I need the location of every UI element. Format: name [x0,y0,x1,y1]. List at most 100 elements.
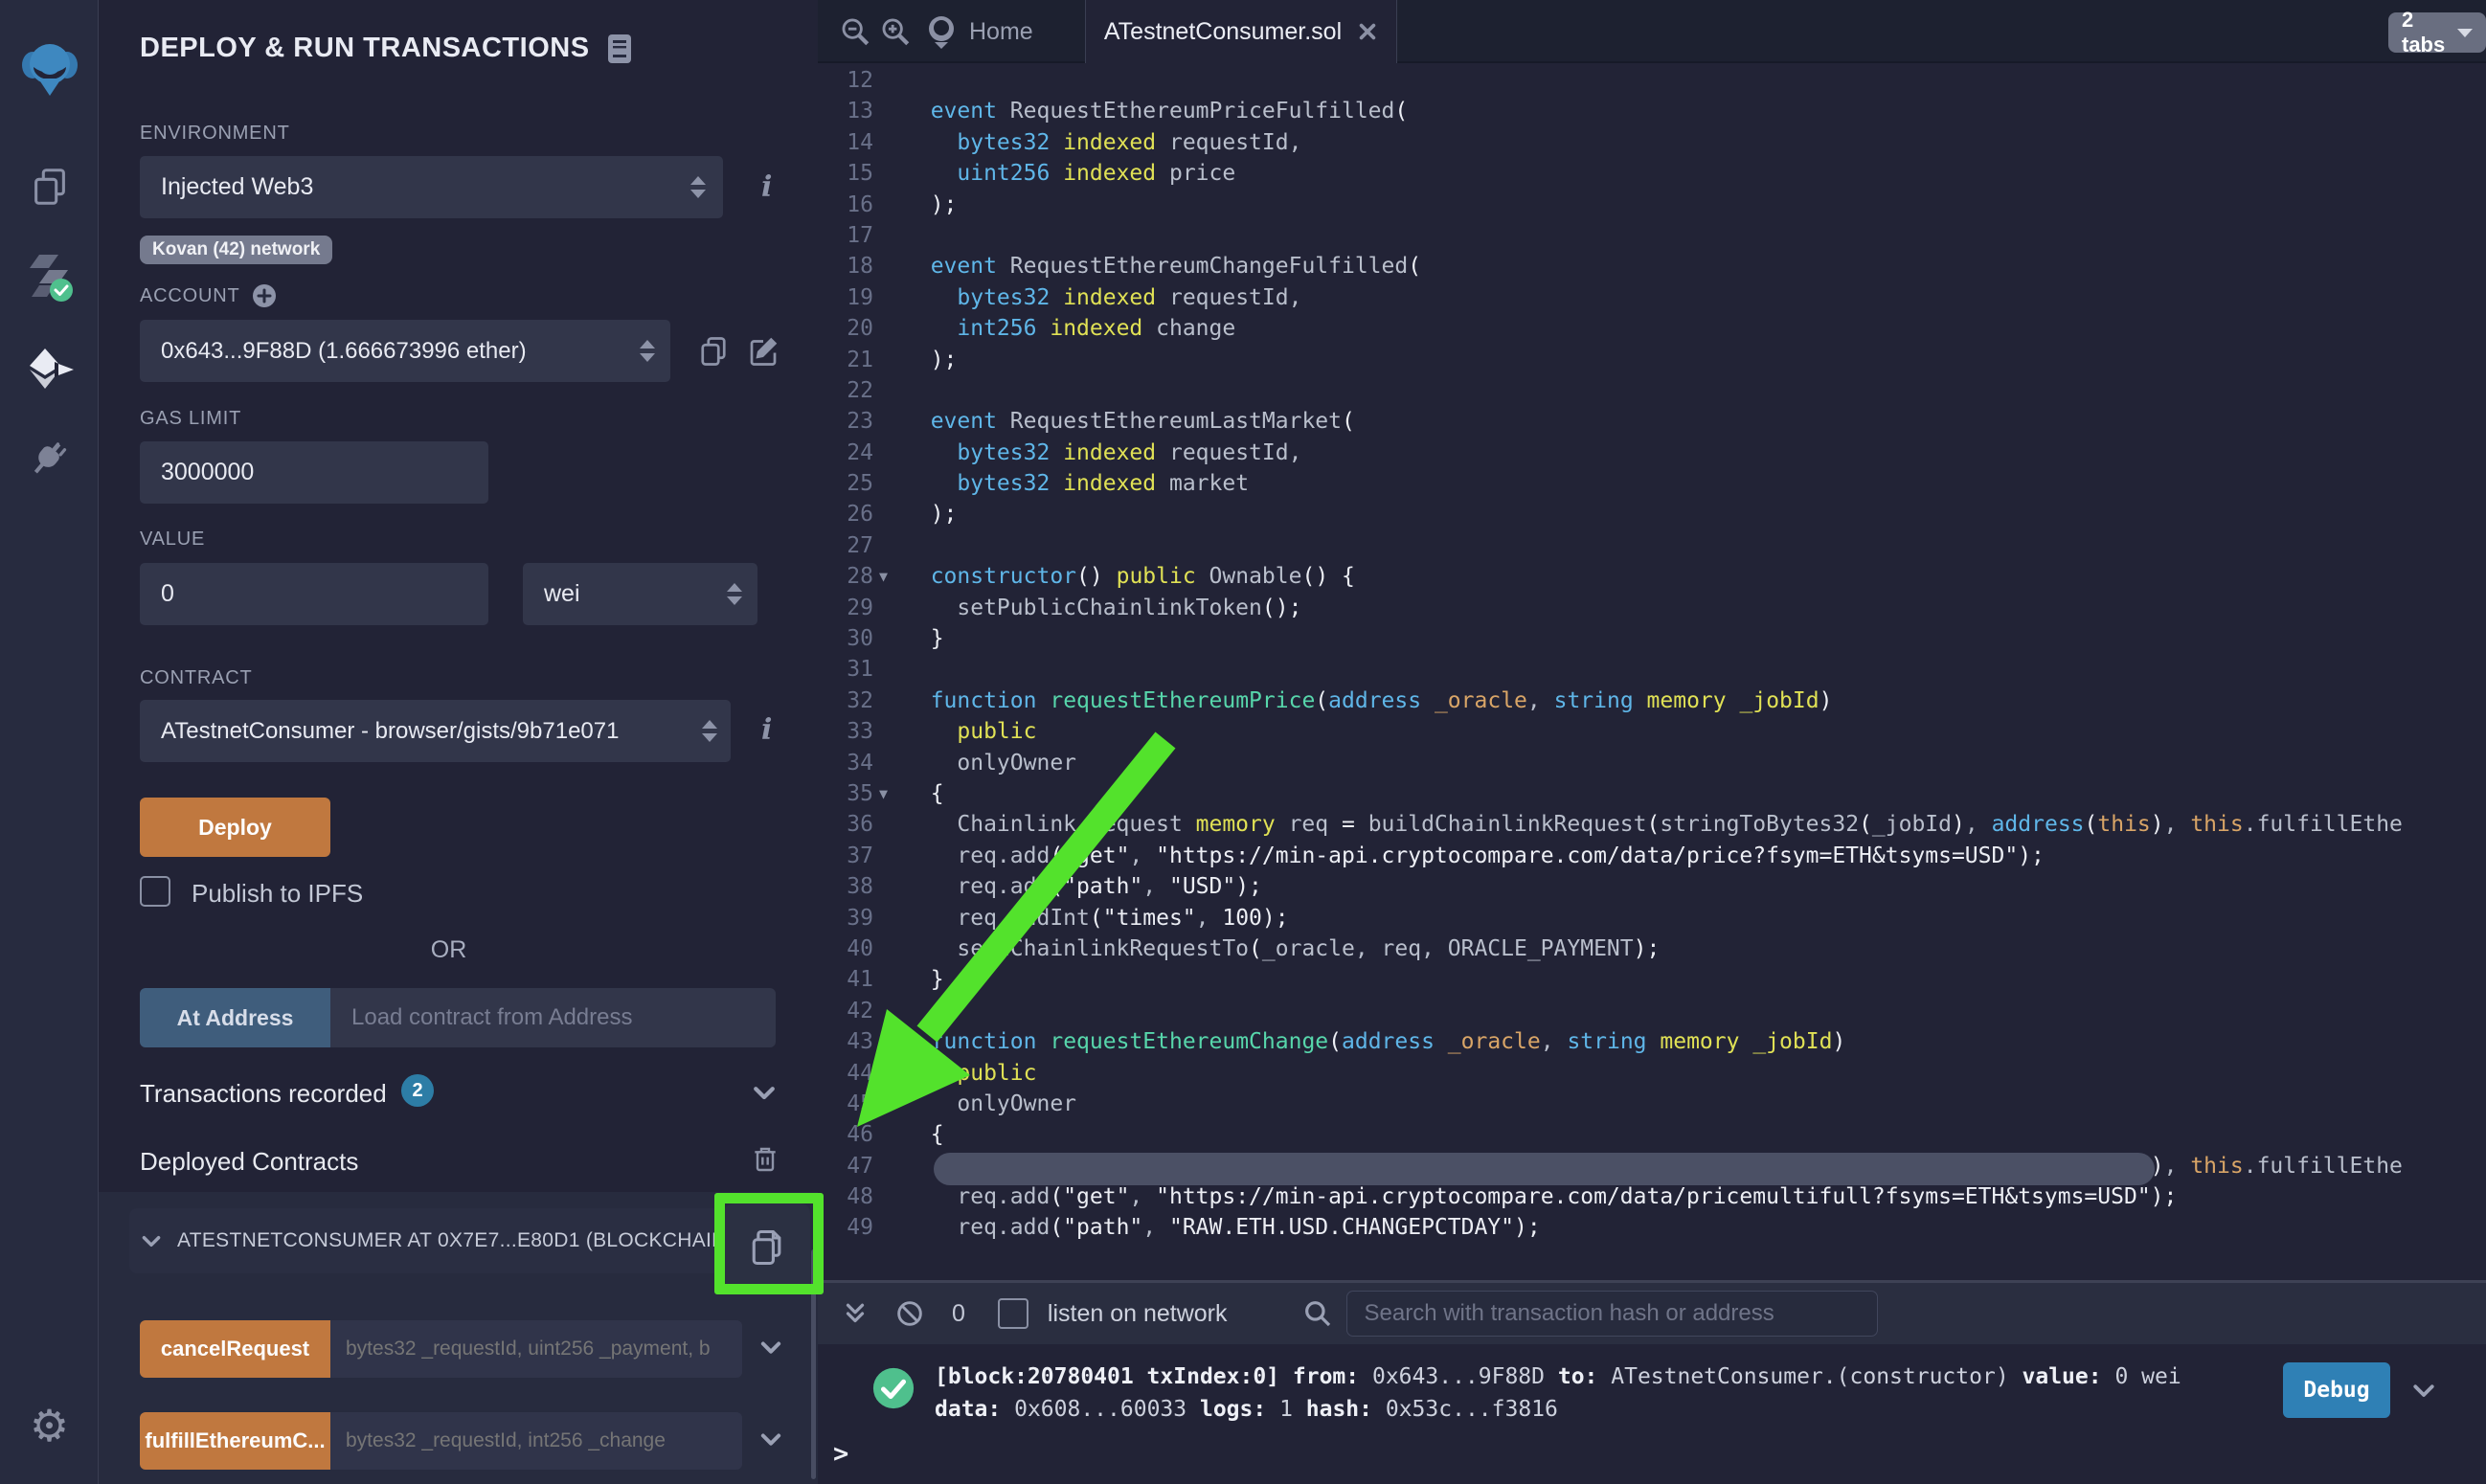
file-explorer-icon[interactable] [0,165,99,209]
code-line[interactable]: 42 [818,996,2486,1026]
code-line[interactable]: 33 public [818,716,2486,747]
copy-account-icon[interactable] [696,333,731,370]
code-line[interactable]: 38 req.add("path", "USD"); [818,871,2486,902]
code-line[interactable]: 31 [818,654,2486,685]
docs-icon[interactable] [607,34,632,64]
listen-network-checkbox[interactable] [998,1298,1028,1329]
code-line[interactable]: 12 [818,65,2486,96]
code-line[interactable]: 16 ); [818,190,2486,220]
debug-button[interactable]: Debug [2283,1362,2390,1418]
account-value: 0x643...9F88D (1.666673996 ether) [161,338,527,365]
trash-icon[interactable] [750,1141,780,1176]
remix-logo-icon[interactable] [0,40,99,100]
pending-tx-count: 0 [952,1300,965,1328]
value-unit-select[interactable]: wei [523,563,757,625]
collapse-terminal-icon[interactable] [841,1297,870,1330]
environment-info-icon[interactable]: i [761,170,772,204]
code-line[interactable]: 26 ); [818,499,2486,529]
terminal-prompt[interactable]: > [833,1439,848,1469]
tabs-dropdown-caret-icon [2457,29,2473,37]
settings-gear-icon[interactable]: ⚙ [0,1400,99,1451]
solidity-compiler-icon[interactable] [0,251,99,303]
environment-select[interactable]: Injected Web3 [140,156,723,218]
active-tab-label: ATestnetConsumer.sol [1104,18,1342,46]
code-line[interactable]: 41 } [818,964,2486,995]
plugin-manager-icon[interactable] [0,438,99,484]
code-line[interactable]: 22 [818,375,2486,406]
code-line[interactable]: 30 } [818,623,2486,654]
editor-tab-bar: Home ATestnetConsumer.sol 2 tabs [818,0,2486,63]
close-tab-icon[interactable] [1357,21,1378,42]
transaction-log-line1: [block:20780401 txIndex:0] from: 0x643..… [935,1360,2181,1393]
fold-caret-icon[interactable]: ▼ [879,778,888,809]
remix-ide-window: ⚙ DEPLOY & RUN TRANSACTIONS ENVIRONMENT … [0,0,2486,1484]
tab-home[interactable]: Home [925,13,1033,50]
account-select[interactable]: 0x643...9F88D (1.666673996 ether) [140,320,670,382]
terminal-search-input[interactable] [1346,1291,1878,1337]
publish-ipfs-checkbox[interactable] [140,876,170,907]
code-line[interactable]: 44 public [818,1058,2486,1089]
code-line[interactable]: 29 setPublicChainlinkToken(); [818,593,2486,623]
code-line[interactable]: 43 function requestEthereumChange(addres… [818,1026,2486,1057]
expand-params-chevron-icon[interactable] [757,1426,784,1452]
code-line[interactable]: 46 { [818,1119,2486,1150]
environment-label: ENVIRONMENT [140,123,290,145]
code-line[interactable]: 25 bytes32 indexed market [818,468,2486,499]
code-line[interactable]: 37 req.add("get", "https://min-api.crypt… [818,841,2486,871]
value-unit: wei [544,580,580,608]
transactions-chevron-icon[interactable] [750,1078,779,1107]
tab-atestnetconsumer[interactable]: ATestnetConsumer.sol [1085,0,1397,63]
transaction-log[interactable]: [block:20780401 txIndex:0] from: 0x643..… [935,1360,2181,1426]
code-line[interactable]: 45 onlyOwner [818,1089,2486,1119]
deployed-contract-header[interactable]: ATESTNETCONSUMER AT 0X7E7...E80D1 (BLOCK… [129,1208,723,1273]
cancel-request-params-input[interactable] [330,1320,742,1378]
code-line[interactable]: 48 req.add("get", "https://min-api.crypt… [818,1181,2486,1212]
zoom-out-icon[interactable] [839,15,871,48]
code-line[interactable]: 34 onlyOwner [818,748,2486,778]
terminal-panel: 0 listen on network [block:20780401 txIn… [818,1280,2486,1484]
code-line[interactable]: 24 bytes32 indexed requestId, [818,438,2486,468]
code-line[interactable]: 23 event RequestEthereumLastMarket( [818,406,2486,437]
add-account-icon[interactable] [252,283,277,308]
deploy-button[interactable]: Deploy [140,798,330,857]
code-line[interactable]: 21 ); [818,345,2486,375]
edit-account-icon[interactable] [746,333,780,370]
at-address-input[interactable] [330,988,776,1047]
gas-limit-input[interactable] [140,441,488,504]
code-line[interactable]: 35▼ { [818,778,2486,809]
at-address-button[interactable]: At Address [140,988,330,1047]
deploy-run-panel: DEPLOY & RUN TRANSACTIONS ENVIRONMENT In… [99,0,818,1484]
code-line[interactable]: 18 event RequestEthereumChangeFulfilled( [818,251,2486,281]
expand-params-chevron-icon[interactable] [757,1334,784,1360]
zoom-in-icon[interactable] [879,15,912,48]
code-line[interactable]: 20 int256 indexed change [818,313,2486,344]
account-label: ACCOUNT [140,285,240,307]
contract-value: ATestnetConsumer - browser/gists/9b71e07… [161,718,619,745]
code-line[interactable]: 14 bytes32 indexed requestId, [818,127,2486,158]
value-input[interactable] [140,563,488,625]
expand-log-chevron-icon[interactable] [2409,1376,2438,1405]
fulfill-ethereum-change-button[interactable]: fulfillEthereumC... [140,1412,330,1470]
contract-select[interactable]: ATestnetConsumer - browser/gists/9b71e07… [140,700,731,762]
horizontal-scrollbar[interactable] [934,1153,2155,1185]
contract-expand-chevron-icon[interactable] [139,1228,164,1253]
deploy-run-icon[interactable] [0,347,99,391]
code-line[interactable]: 40 sendChainlinkRequestTo(_oracle, req, … [818,933,2486,964]
code-line[interactable]: 17 [818,220,2486,251]
code-line[interactable]: 39 req.addInt("times", 100); [818,903,2486,933]
cancel-request-button[interactable]: cancelRequest [140,1320,330,1378]
code-line[interactable]: 36 Chainlink.Request memory req = buildC… [818,809,2486,840]
code-line[interactable]: 19 bytes32 indexed requestId, [818,282,2486,313]
home-tab-label: Home [969,18,1033,46]
code-line[interactable]: 32 function requestEthereumPrice(address… [818,686,2486,716]
code-line[interactable]: 15 uint256 indexed price [818,158,2486,189]
contract-info-icon[interactable]: i [761,713,772,747]
code-line[interactable]: 49 req.add("path", "RAW.ETH.USD.CHANGEPC… [818,1212,2486,1243]
tabs-count-button[interactable]: 2 tabs [2388,12,2486,53]
code-line[interactable]: 28▼ constructor() public Ownable() { [818,561,2486,592]
code-line[interactable]: 13 event RequestEthereumPriceFulfilled( [818,96,2486,126]
fold-caret-icon[interactable]: ▼ [879,561,888,592]
code-line[interactable]: 27 [818,530,2486,561]
fulfill-params-input[interactable] [330,1412,742,1470]
clear-console-icon[interactable] [894,1298,925,1329]
